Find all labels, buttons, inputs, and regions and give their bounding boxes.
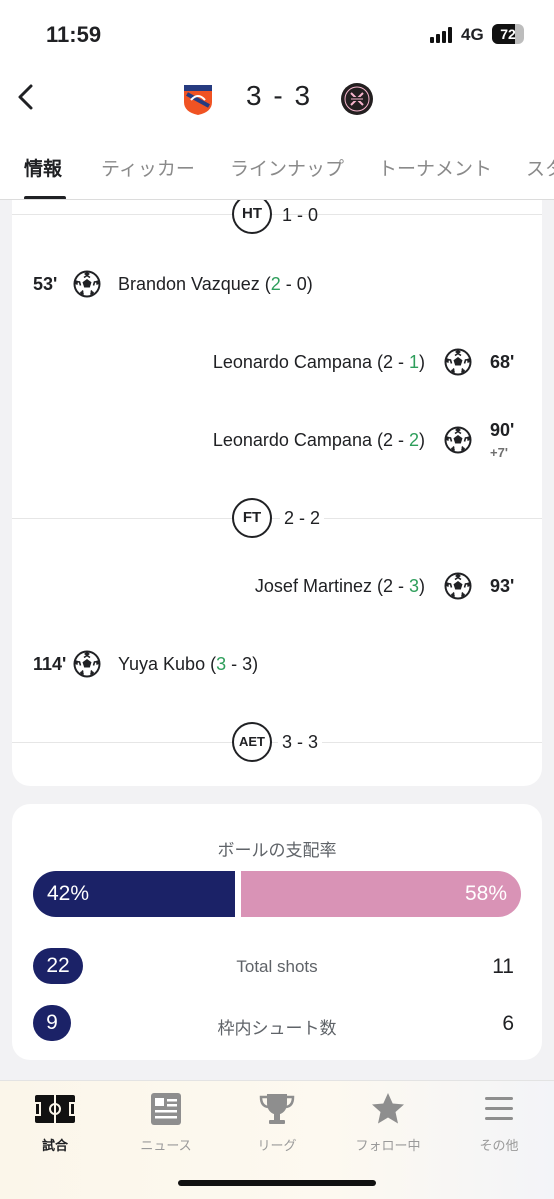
inter-miami-crest-icon[interactable] bbox=[340, 82, 374, 116]
home-indicator bbox=[178, 1180, 376, 1186]
signal-icon bbox=[430, 27, 456, 43]
player-name: Yuya Kubo bbox=[118, 654, 206, 674]
score-highlight: 2 bbox=[270, 274, 281, 294]
event-description: Brandon Vazquez (2 - 0) bbox=[118, 274, 313, 295]
event-minute: 90' bbox=[490, 420, 515, 440]
score-part: ) bbox=[419, 352, 425, 372]
trophy-icon bbox=[259, 1094, 295, 1124]
match-score: 3 - 3 bbox=[245, 80, 313, 111]
score-part: ( bbox=[259, 274, 271, 294]
score-highlight: 2 bbox=[408, 430, 419, 450]
event-minute: 68' bbox=[490, 352, 515, 372]
soccer-ball-icon bbox=[73, 650, 101, 678]
event-minute: 114' bbox=[33, 654, 67, 674]
tab-tournament[interactable]: トーナメント bbox=[378, 154, 492, 181]
total-shots-label: Total shots bbox=[236, 957, 318, 976]
aet-divider bbox=[12, 742, 542, 743]
ht-divider bbox=[12, 214, 542, 215]
nav-label: リーグ bbox=[257, 1138, 297, 1153]
shots-on-target-away: 6 bbox=[502, 1012, 514, 1035]
nav-leagues[interactable]: リーグ bbox=[222, 1091, 332, 1154]
event-description: Josef Martinez (2 - 3) bbox=[255, 576, 425, 597]
score-part: ( bbox=[205, 654, 217, 674]
score-highlight: 3 bbox=[408, 576, 419, 596]
score-part: - 0) bbox=[280, 274, 313, 294]
event-minute: 53' bbox=[33, 274, 58, 294]
network-type: 4G bbox=[461, 25, 484, 44]
score-part: ) bbox=[419, 576, 425, 596]
aet-score: 3 - 3 bbox=[278, 732, 323, 753]
star-icon bbox=[372, 1093, 404, 1124]
ft-score: 2 - 2 bbox=[280, 508, 325, 529]
event-minute: 93' bbox=[490, 576, 515, 596]
possession-title: ボールの支配率 bbox=[217, 841, 337, 860]
ft-badge: FT bbox=[232, 498, 272, 538]
nav-label: フォロー中 bbox=[355, 1138, 421, 1153]
match-tabs: 情報 ティッカー ラインナップ トーナメント スタ bbox=[0, 150, 554, 200]
player-name: Leonardo Campana bbox=[212, 352, 372, 372]
nav-news[interactable]: ニュース bbox=[111, 1091, 221, 1154]
news-icon bbox=[151, 1093, 181, 1125]
aet-badge: AET bbox=[232, 722, 272, 762]
nav-label: その他 bbox=[479, 1138, 519, 1153]
back-arrow-icon[interactable] bbox=[12, 82, 42, 112]
soccer-ball-icon bbox=[73, 270, 101, 298]
fc-cincinnati-crest-icon[interactable] bbox=[181, 82, 215, 116]
match-stats-card: ボールの支配率 42% 58% 22 Total shots 11 9 枠内シュ… bbox=[12, 804, 542, 1060]
match-header: 3 - 3 情報 ティッカー ラインナップ トーナメント スタ bbox=[0, 70, 554, 200]
score-part: (2 - bbox=[371, 430, 409, 450]
tab-ticker[interactable]: ティッカー bbox=[101, 154, 195, 181]
possession-bar-home: 42% bbox=[33, 871, 235, 917]
soccer-ball-icon bbox=[444, 348, 472, 376]
score-highlight: 3 bbox=[216, 654, 227, 674]
total-shots-away: 11 bbox=[492, 955, 514, 978]
nav-label: ニュース bbox=[140, 1138, 192, 1153]
nav-label: 試合 bbox=[41, 1138, 68, 1153]
battery-level: 72 bbox=[500, 26, 516, 42]
player-name: Leonardo Campana bbox=[212, 430, 372, 450]
menu-icon bbox=[485, 1097, 513, 1120]
shots-on-target-label: 枠内シュート数 bbox=[217, 1019, 337, 1038]
nav-matches[interactable]: 試合 bbox=[0, 1091, 110, 1154]
nav-following[interactable]: フォロー中 bbox=[333, 1091, 443, 1154]
status-time: 11:59 bbox=[46, 22, 102, 47]
soccer-ball-icon bbox=[444, 426, 472, 454]
ft-divider bbox=[12, 518, 542, 519]
pitch-icon bbox=[34, 1095, 76, 1123]
ht-score: 1 - 0 bbox=[282, 205, 319, 225]
player-name: Brandon Vazquez bbox=[118, 274, 260, 294]
score-part: (2 - bbox=[371, 352, 409, 372]
tab-lineup[interactable]: ラインナップ bbox=[230, 154, 344, 181]
tab-info[interactable]: 情報 bbox=[24, 154, 62, 181]
soccer-ball-icon bbox=[444, 572, 472, 600]
event-description: Leonardo Campana (2 - 1) bbox=[213, 352, 425, 373]
battery-icon: 72 bbox=[492, 24, 524, 44]
event-description: Leonardo Campana (2 - 2) bbox=[213, 430, 425, 451]
possession-bar-away: 58% bbox=[241, 871, 521, 917]
score-part: (2 - bbox=[371, 576, 409, 596]
match-events-card: HT 1 - 0 53' Brandon Vazquez (2 - 0) Leo… bbox=[12, 200, 542, 786]
score-highlight: 1 bbox=[408, 352, 419, 372]
nav-more[interactable]: その他 bbox=[444, 1091, 554, 1154]
event-description: Yuya Kubo (3 - 3) bbox=[118, 654, 258, 675]
status-bar: 11:59 4G 72 bbox=[0, 0, 554, 70]
score-part: ) bbox=[419, 430, 425, 450]
player-name: Josef Martinez bbox=[254, 576, 372, 596]
tab-stats[interactable]: スタ bbox=[526, 154, 554, 181]
stoppage-time: +7' bbox=[490, 445, 508, 460]
ht-badge: HT bbox=[232, 200, 272, 234]
score-part: - 3) bbox=[226, 654, 259, 674]
